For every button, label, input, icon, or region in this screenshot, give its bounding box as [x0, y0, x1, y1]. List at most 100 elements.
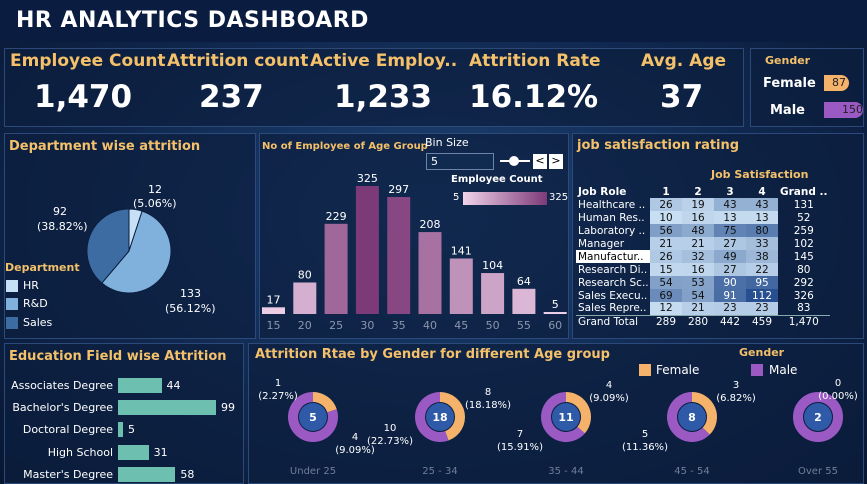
education-value: 58 [180, 467, 195, 481]
education-panel-title: Education Field wise Attrition [9, 349, 227, 364]
employee-count-legend-title: Employee Count [451, 174, 543, 185]
age-tick-label: 35 [392, 319, 406, 332]
gender-age-legend-male-swatch [751, 364, 763, 376]
grand-total-cell: 145 [793, 250, 814, 263]
satisfaction-cell: 26 [650, 198, 682, 211]
age-tick-label: 50 [486, 319, 500, 332]
grand-total-value: 442 [714, 314, 746, 328]
age-tick-label: 20 [298, 319, 312, 332]
age-bar-value: 104 [482, 259, 503, 272]
education-label: Master's Degree [23, 467, 113, 481]
satisfaction-cell: 38 [746, 250, 778, 263]
dept-sales-pct: (38.82%) [37, 220, 88, 233]
age-bar-value: 208 [420, 218, 441, 231]
age-bar [543, 312, 567, 314]
age-tick-label: 15 [267, 319, 281, 332]
satisfaction-cell: 90 [714, 276, 746, 289]
satisfaction-cell: 32 [682, 250, 714, 263]
age-bar-value: 297 [388, 183, 409, 196]
job-role-cell: Research Di.. [578, 263, 648, 276]
age-bar [355, 186, 379, 314]
kpi-label-attrition-rate: Attrition Rate [469, 51, 601, 71]
education-label: Doctoral Degree [22, 423, 113, 437]
grand-total-value: 280 [682, 314, 714, 328]
col-header-4: 4 [758, 185, 766, 198]
bin-size-slider-handle[interactable] [509, 156, 519, 166]
satisfaction-cell: 43 [714, 198, 746, 211]
table-row: Laboratory .. 56 48 75 80 259 [576, 224, 830, 237]
satisfaction-cell: 53 [682, 276, 714, 289]
dept-rd-count: 133 [180, 287, 201, 300]
education-label: Bachelor's Degree [12, 401, 113, 415]
satisfaction-cell: 95 [746, 276, 778, 289]
satisfaction-cell: 21 [650, 237, 682, 250]
satisfaction-cell: 21 [682, 237, 714, 250]
age-bar [481, 273, 505, 314]
grand-total-value: 459 [746, 314, 778, 328]
age-bar [449, 258, 473, 314]
table-row: Manufactur.. 26 32 49 38 145 [576, 250, 830, 263]
job-satisfaction-col-group: Job Satisfaction [711, 168, 809, 181]
dept-legend-hr: HR [23, 279, 39, 292]
satisfaction-cell: 27 [714, 263, 746, 276]
job-satisfaction-table: Job Role 1 2 3 4 Grand .. Healthcare .. 2… [576, 185, 830, 328]
dept-hr-pct: (5.06%) [133, 197, 177, 210]
age-bar-value: 64 [517, 275, 531, 288]
age-tick-label: 40 [423, 319, 437, 332]
kpi-value-attrition-count: 237 [199, 79, 264, 115]
bin-size-decrement-button[interactable]: < [533, 154, 547, 169]
col-header-1: 1 [662, 185, 670, 198]
col-header-2: 2 [694, 185, 702, 198]
satisfaction-cell: 48 [682, 224, 714, 237]
education-bar [118, 422, 123, 438]
satisfaction-cell: 16 [682, 211, 714, 224]
satisfaction-cell: 13 [746, 211, 778, 224]
satisfaction-cell: 80 [746, 224, 778, 237]
grand-total-cell: 292 [793, 276, 814, 289]
table-row: Sales Execu.. 69 54 91 112 326 [576, 289, 830, 302]
education-label: High School [47, 445, 113, 459]
gender-age-legend-male: Male [769, 363, 798, 377]
bin-size-input[interactable]: 5 [426, 153, 494, 170]
satisfaction-cell: 15 [650, 263, 682, 276]
grand-total-cell: 83 [797, 302, 811, 315]
gender-age-legend-female-swatch [639, 364, 651, 376]
gender-panel-title: Gender [765, 54, 811, 67]
age-bar-value: 141 [451, 244, 472, 257]
col-header-3: 3 [726, 185, 734, 198]
education-value: 44 [166, 379, 181, 392]
title-bar: HR ANALYTICS DASHBOARD [0, 0, 867, 42]
education-label: Associates Degree [11, 379, 113, 392]
employee-count-legend-max: 325 [549, 192, 569, 203]
age-bar [387, 197, 411, 314]
job-role-cell: Laboratory .. [578, 224, 646, 237]
satisfaction-cell: 49 [714, 250, 746, 263]
grand-total-label: Grand Total [576, 314, 650, 328]
bin-size-increment-button[interactable]: > [549, 154, 563, 169]
satisfaction-cell: 33 [746, 237, 778, 250]
kpi-value-avg-age: 37 [660, 79, 704, 115]
satisfaction-cell: 75 [714, 224, 746, 237]
employee-count-legend-gradient [463, 192, 547, 205]
employee-count-legend-min: 5 [453, 192, 460, 203]
table-row: Research Di.. 15 16 27 22 80 [576, 263, 830, 276]
kpi-label-employee-count: Employee Count [10, 51, 166, 71]
satisfaction-cell: 12 [650, 302, 682, 315]
kpi-value-attrition-rate: 16.12% [469, 79, 599, 115]
table-row: Healthcare .. 26 19 43 43 131 [576, 198, 830, 211]
age-group-panel: No of Employee of Age Group Bin Size 17 1… [259, 133, 569, 339]
satisfaction-cell: 22 [746, 263, 778, 276]
gender-male-label: Male [770, 103, 805, 118]
age-tick-label: 60 [548, 319, 562, 332]
age-bar-value: 80 [298, 268, 312, 281]
kpi-label-avg-age: Avg. Age [641, 51, 727, 71]
kpi-value-employee-count: 1,470 [34, 79, 133, 115]
age-tick-label: 25 [329, 319, 343, 332]
gender-age-legend-title: Gender [739, 346, 785, 359]
age-tick-label: 55 [517, 319, 531, 332]
education-value: 99 [221, 401, 235, 415]
dept-hr-count: 12 [148, 183, 162, 196]
education-value: 31 [153, 445, 168, 459]
job-role-cell: Human Res.. [578, 211, 645, 224]
gender-age-panel: Attrition Rtae by Gender for different A… [248, 343, 864, 484]
